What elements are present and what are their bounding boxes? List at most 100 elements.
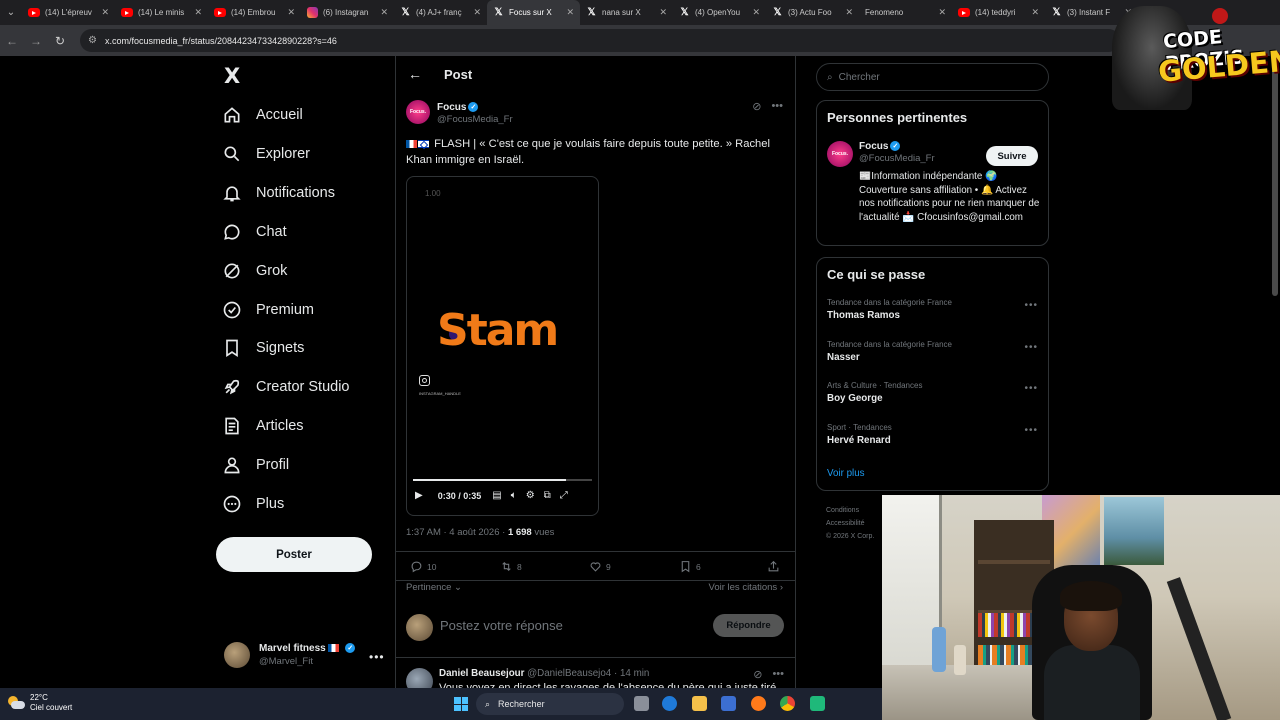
post-timestamp[interactable]: 1:37 AM · 4 août 2026 [406, 527, 499, 538]
more-options-icon[interactable]: ••• [771, 100, 783, 113]
close-icon[interactable]: ✕ [938, 7, 946, 18]
more-options-icon[interactable]: ••• [772, 668, 784, 681]
pip-icon[interactable]: ⧉ [544, 490, 551, 501]
trend-item[interactable]: Tendance dans la catégorie France Nasser •… [827, 340, 1040, 363]
reload-icon[interactable]: ↻ [48, 34, 72, 48]
more-options-icon[interactable]: ••• [1024, 425, 1038, 436]
reply-button[interactable]: Répondre [713, 614, 784, 637]
reply-input[interactable]: Postez votre réponse [440, 618, 563, 633]
nav-item-chat[interactable]: Chat [222, 217, 287, 247]
author-avatar[interactable]: Focus. [827, 141, 853, 167]
taskbar-search[interactable]: ⌕ Rechercher [476, 693, 624, 715]
follow-button[interactable]: Suivre [986, 146, 1038, 166]
reply-author-name[interactable]: Daniel Beausejour [439, 668, 524, 679]
captions-icon[interactable]: ▤ [492, 490, 501, 501]
browser-tab[interactable]: 𝕏 (4) OpenYou ✕ [673, 0, 766, 25]
browser-tab[interactable]: (14) Le minis ✕ [115, 0, 208, 25]
video-progress-bar[interactable] [413, 479, 592, 481]
weather-widget[interactable]: 22°C Ciel couvert [8, 693, 72, 713]
close-icon[interactable]: ✕ [101, 7, 109, 18]
nav-item-profil[interactable]: Profil [222, 450, 289, 480]
play-icon[interactable]: ▶ [415, 490, 423, 501]
view-quotes-link[interactable]: Voir les citations › [709, 582, 783, 593]
trend-item[interactable]: Sport · Tendances Hervé Renard ••• [827, 423, 1040, 446]
relevant-user[interactable]: Focus. Focus ✓ @FocusMedia_Fr [827, 141, 935, 167]
x-logo[interactable]: X [224, 64, 240, 88]
trend-item[interactable]: Tendance dans la catégorie France Thomas … [827, 298, 1040, 321]
grok-icon[interactable]: ⊘ [753, 668, 762, 681]
browser-tab[interactable]: (14) teddyri ✕ [952, 0, 1045, 25]
nav-item-explorer[interactable]: Explorer [222, 139, 310, 169]
store-icon[interactable] [721, 696, 736, 711]
nav-item-premium[interactable]: Premium [222, 295, 314, 325]
more-options-icon[interactable]: ••• [1024, 300, 1038, 311]
more-options-icon[interactable]: ••• [1024, 342, 1038, 353]
nav-item-accueil[interactable]: Accueil [222, 100, 303, 130]
windows-start-icon[interactable] [454, 697, 468, 711]
browser-tab[interactable]: 𝕏 Focus sur X ✕ [487, 0, 580, 25]
close-icon[interactable]: ✕ [659, 7, 667, 18]
browser-tab[interactable]: 𝕏nana sur X ✕ [580, 0, 673, 25]
browser-tab[interactable]: (14) L'épreuv ✕ [22, 0, 115, 25]
author-avatar[interactable]: Focus. [406, 100, 430, 124]
close-icon[interactable]: ✕ [1031, 7, 1039, 18]
search-input[interactable]: ⌕ Chercher [816, 63, 1049, 91]
nav-item-grok[interactable]: Grok [222, 256, 287, 286]
back-arrow-icon[interactable]: ← [0, 34, 24, 48]
footer-accessibility[interactable]: Accessibilité [826, 517, 874, 530]
verified-badge-icon: ✓ [345, 643, 356, 654]
site-settings-icon[interactable]: ⚙ [88, 35, 97, 46]
close-icon[interactable]: ✕ [287, 7, 295, 18]
fullscreen-icon[interactable]: ⤢ [560, 490, 568, 501]
address-bar[interactable]: ⚙ x.com/focusmedia_fr/status/20844234733… [80, 29, 1120, 52]
tab-title: (3) Actu Foo [788, 8, 832, 17]
footer-terms[interactable]: Conditions [826, 504, 874, 517]
reply-stat[interactable]: 10 [410, 560, 436, 573]
browser-tab[interactable]: (14) Embrou ✕ [208, 0, 301, 25]
browser-tab[interactable]: 𝕏 (3) Actu Foo ✕ [766, 0, 859, 25]
forward-arrow-icon[interactable]: → [24, 34, 48, 48]
nav-item-plus[interactable]: Plus [222, 489, 284, 519]
see-more-link[interactable]: Voir plus [827, 468, 865, 479]
browser-tab[interactable]: Fenomeno ✕ [859, 0, 952, 25]
repost-stat[interactable]: 8 [500, 560, 522, 573]
bookmark-stat[interactable]: 6 [679, 560, 701, 573]
more-options-icon[interactable]: ••• [1024, 383, 1038, 394]
edge-icon[interactable] [662, 696, 677, 711]
close-icon[interactable]: ✕ [380, 7, 388, 18]
temperature: 22°C [30, 693, 48, 702]
share-stat[interactable] [767, 560, 780, 573]
author-name[interactable]: Focus [437, 102, 466, 113]
account-switcher[interactable]: Marvel fitness ✓ @Marvel_Fit [224, 642, 356, 668]
reply-sort[interactable]: Pertinence ⌄ [406, 582, 462, 593]
nav-item-articles[interactable]: Articles [222, 411, 304, 441]
back-arrow-icon[interactable]: ← [408, 66, 422, 82]
post-author[interactable]: Focus. Focus ✓ @FocusMedia_Fr [406, 100, 513, 125]
app-icon[interactable] [810, 696, 825, 711]
post-button[interactable]: Poster [216, 537, 372, 572]
like-stat[interactable]: 9 [589, 560, 611, 573]
close-icon[interactable]: ✕ [566, 7, 574, 18]
close-icon[interactable]: ✕ [845, 7, 853, 18]
author-handle[interactable]: @FocusMedia_Fr [437, 114, 513, 125]
grok-icon[interactable]: ⊘ [752, 100, 761, 113]
task-view-icon[interactable] [634, 696, 649, 711]
trend-item[interactable]: Arts & Culture · Tendances Boy George ••• [827, 381, 1040, 404]
chrome-icon[interactable] [780, 696, 795, 711]
close-icon[interactable]: ✕ [473, 7, 481, 18]
close-icon[interactable]: ✕ [752, 7, 760, 18]
browser-tab[interactable]: (6) Instagran ✕ [301, 0, 394, 25]
nav-item-creator-studio[interactable]: Creator Studio [222, 372, 350, 402]
settings-icon[interactable]: ⚙ [526, 490, 535, 501]
reply-author-handle[interactable]: @DanielBeausejo4 [527, 668, 611, 679]
browser-tab[interactable]: 𝕏 (4) AJ+ franç ✕ [394, 0, 487, 25]
tab-search-chevron-icon[interactable]: ⌄ [0, 0, 22, 25]
volume-icon[interactable]: 🔈︎ [511, 490, 517, 501]
file-explorer-icon[interactable] [692, 696, 707, 711]
close-icon[interactable]: ✕ [194, 7, 202, 18]
nav-item-notifications[interactable]: Notifications [222, 178, 335, 208]
account-more-icon[interactable]: ••• [369, 650, 385, 664]
video-player[interactable]: 1.00 Stam INSTAGRAM_HANDLE ▶ 0:30 / 0:35… [406, 176, 599, 516]
nav-item-signets[interactable]: Signets [222, 333, 304, 363]
firefox-icon[interactable] [751, 696, 766, 711]
